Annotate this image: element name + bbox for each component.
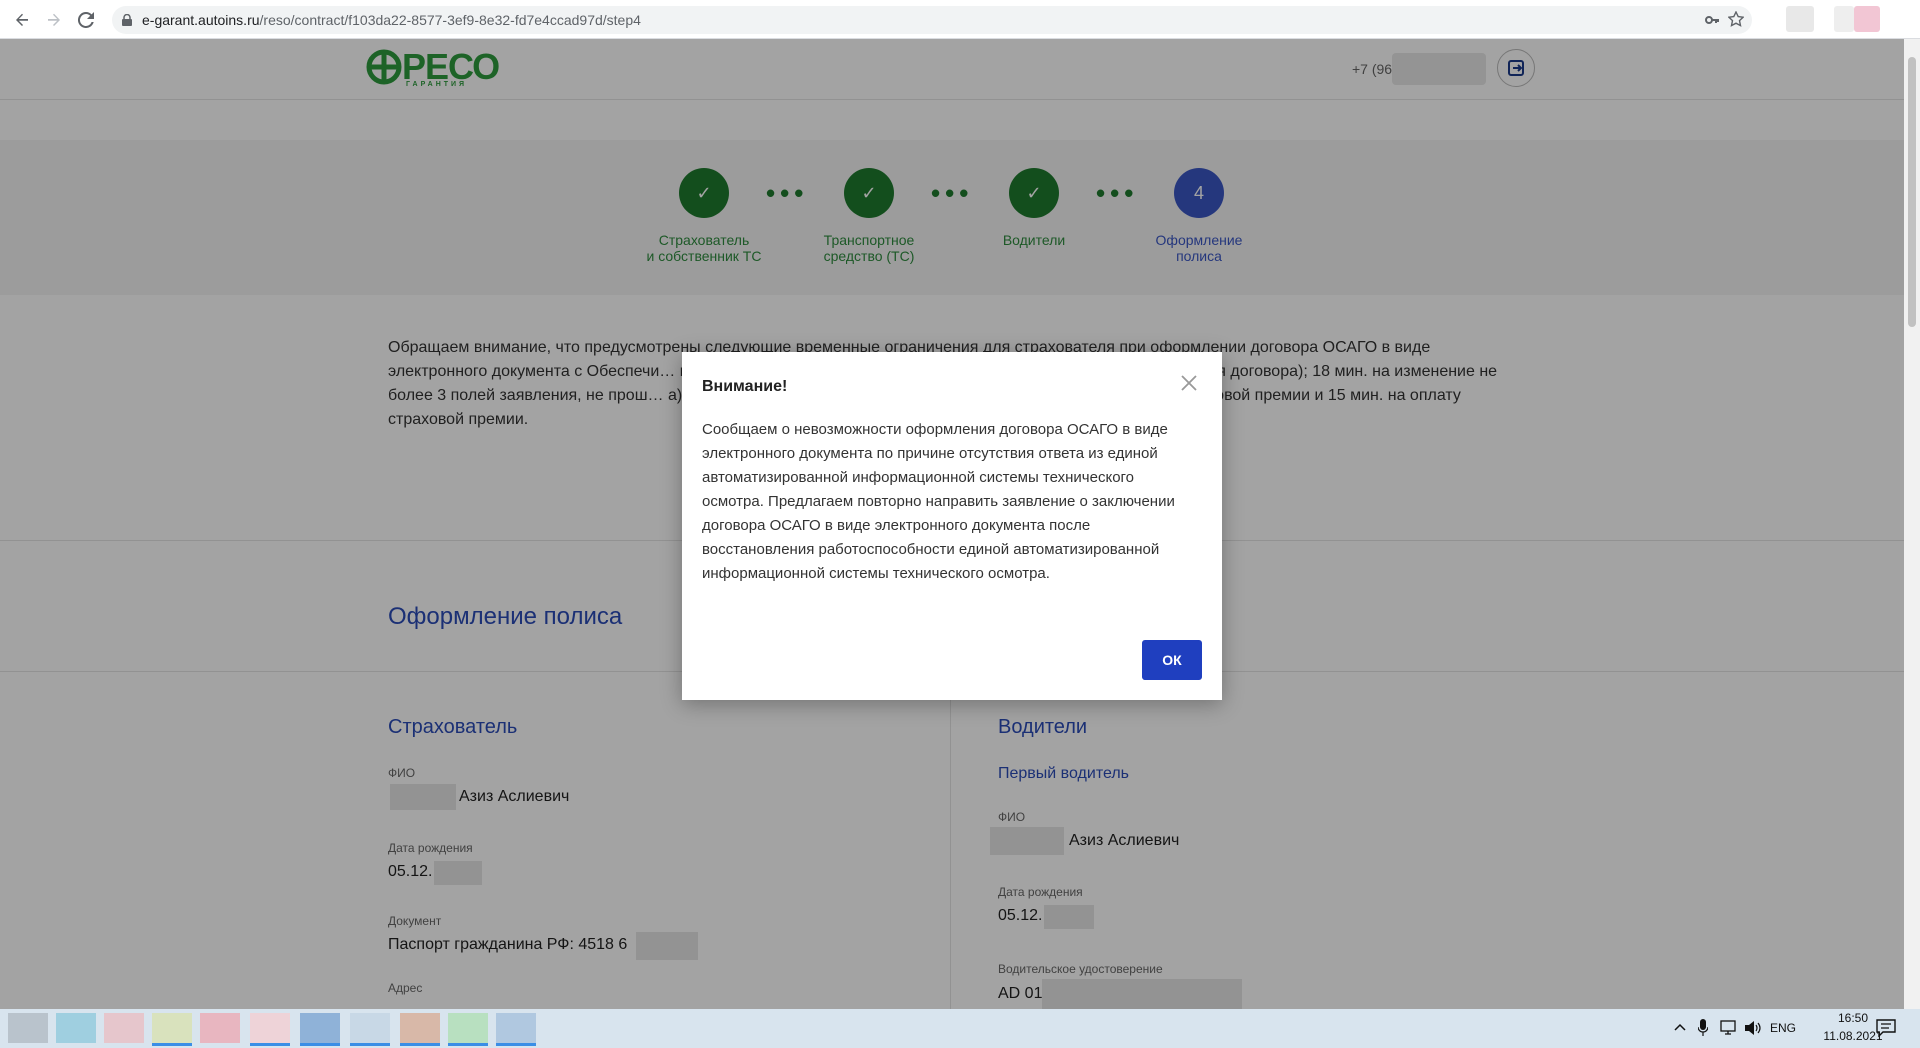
taskbar-app[interactable] <box>300 1013 340 1046</box>
taskbar-app[interactable] <box>496 1013 536 1046</box>
chevron-up-icon[interactable] <box>1674 1023 1686 1031</box>
bookmark-star-icon[interactable] <box>1728 11 1744 27</box>
volume-icon[interactable] <box>1744 1020 1762 1036</box>
language-indicator[interactable]: ENG <box>1770 1021 1796 1035</box>
taskbar-app[interactable] <box>56 1013 96 1043</box>
taskbar-app[interactable] <box>250 1013 290 1046</box>
key-icon[interactable] <box>1704 12 1720 28</box>
taskbar-app[interactable] <box>350 1013 390 1046</box>
extension-icon[interactable] <box>1834 6 1854 32</box>
windows-taskbar: ENG 16:50 11.08.2021 <box>0 1009 1920 1048</box>
dialog-message: Сообщаем о невозможности оформления дого… <box>702 421 1175 582</box>
network-icon[interactable] <box>1720 1020 1738 1036</box>
lock-icon <box>122 14 132 26</box>
url-text: e-garant.autoins.ru/reso/contract/f103da… <box>142 12 641 28</box>
forward-icon[interactable] <box>42 8 66 32</box>
taskbar-app[interactable] <box>8 1013 48 1043</box>
address-bar[interactable]: e-garant.autoins.ru/reso/contract/f103da… <box>112 6 1752 34</box>
ok-button[interactable]: ОК <box>1142 640 1202 680</box>
notifications-icon[interactable] <box>1876 1019 1896 1037</box>
taskbar-app[interactable] <box>200 1013 240 1043</box>
attention-dialog: Внимание! Сообщаем о невозможности оформ… <box>682 352 1222 700</box>
taskbar-app[interactable] <box>448 1013 488 1046</box>
extension-icon[interactable] <box>1786 6 1814 32</box>
back-icon[interactable] <box>10 8 34 32</box>
profile-avatar[interactable] <box>1854 6 1880 32</box>
dialog-title: Внимание! <box>702 378 788 395</box>
scrollbar-thumb[interactable] <box>1908 57 1916 327</box>
close-icon[interactable] <box>1178 372 1200 394</box>
taskbar-app[interactable] <box>152 1013 192 1046</box>
browser-toolbar: e-garant.autoins.ru/reso/contract/f103da… <box>0 0 1920 39</box>
reload-icon[interactable] <box>74 8 98 32</box>
taskbar-app[interactable] <box>104 1013 144 1043</box>
taskbar-app[interactable] <box>400 1013 440 1046</box>
microphone-icon[interactable] <box>1698 1019 1708 1037</box>
page-scrollbar[interactable] <box>1904 39 1920 1009</box>
